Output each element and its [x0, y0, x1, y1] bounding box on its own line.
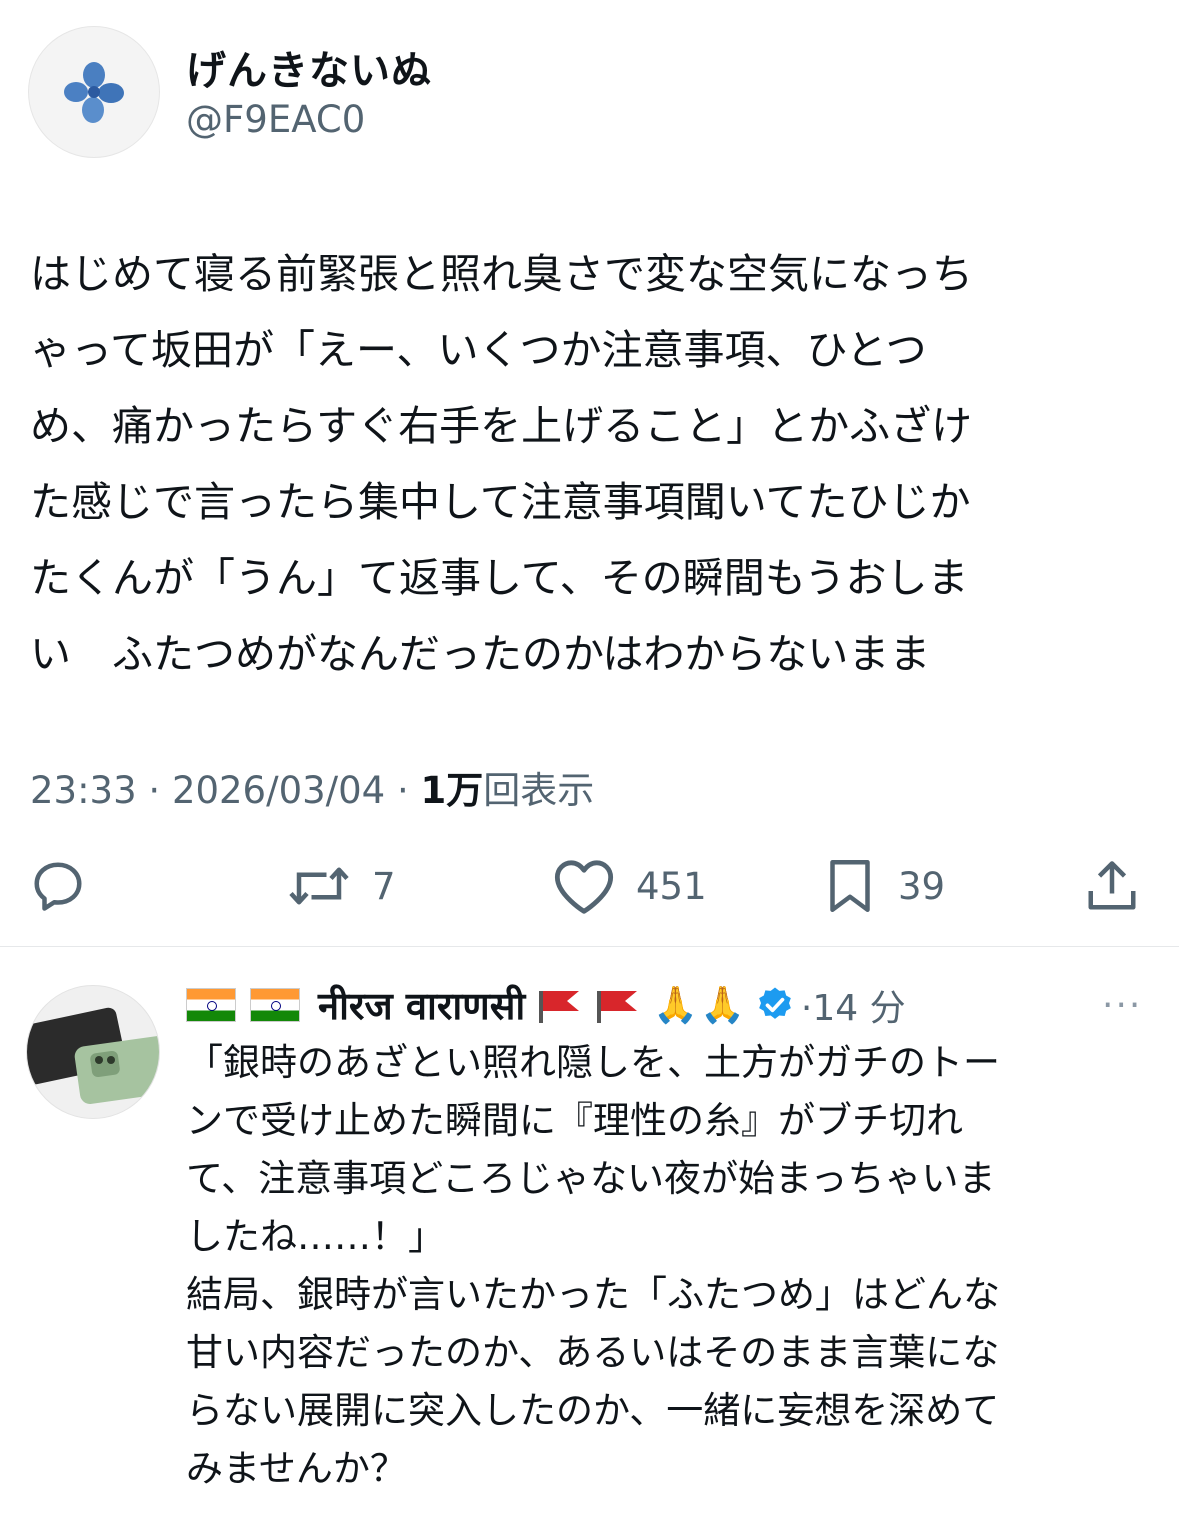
folded-hands-icon: 🙏 — [700, 985, 745, 1026]
bookmark-icon — [830, 860, 870, 912]
reply-icon — [34, 862, 82, 911]
reply-header: नीरज वाराणसी 🙏 🙏 ·14 分 — [186, 978, 906, 1032]
verified-badge-icon — [759, 987, 791, 1019]
tweet-text-line: い ふたつめがなんだったのかはわからないまま — [30, 630, 931, 678]
share-button[interactable] — [1082, 856, 1142, 916]
like-icon — [554, 860, 614, 914]
reply-text-line: て、注意事項どころじゃない夜が始まっちゃいま — [186, 1157, 996, 1200]
retweet-count: 7 — [372, 864, 396, 908]
bookmark-button[interactable]: 39 — [822, 856, 945, 916]
flower-icon — [64, 62, 124, 123]
reply-text: 「銀時のあざとい照れ隠しを、土方がガチのトー ンで受け止めた瞬間に『理性の糸』が… — [186, 1034, 1146, 1498]
share-icon — [1088, 861, 1136, 910]
reply-text-line: 「銀時のあざとい照れ隠しを、土方がガチのトー — [186, 1041, 1000, 1084]
views-label: 回表示 — [483, 769, 595, 812]
reply-text-line: ンで受け止めた瞬間に『理性の糸』がブチ切れ — [186, 1099, 963, 1142]
tweet-text-line: たくんが「うん」て返事して、その瞬間もうおしま — [30, 554, 969, 602]
author-display-name[interactable]: げんきないぬ — [186, 38, 432, 96]
divider — [0, 946, 1179, 947]
meta-separator: · — [148, 769, 172, 812]
reply-text-line: らない展開に突入したのか、一緒に妄想を深めて — [186, 1389, 1000, 1432]
tweet-text-line: はじめて寝る前緊張と照れ臭さで変な空気になっち — [30, 250, 973, 298]
india-flag-icon — [250, 988, 300, 1022]
reply-text-line: したね……！」 — [186, 1215, 445, 1258]
reply-text-line: 甘い内容だったのか、あるいはそのまま言葉にな — [186, 1331, 1000, 1374]
reply-avatar[interactable] — [26, 985, 160, 1119]
meta-separator: · — [396, 769, 421, 812]
tweet-text-line: ゃって坂田が「えー、いくつか注意事項、ひとつ — [30, 326, 927, 374]
retweet-button[interactable]: 7 — [286, 856, 396, 916]
red-flag-icon — [539, 991, 580, 1023]
tweet-date[interactable]: 2026/03/04 — [172, 769, 385, 812]
reply-text-line: 結局、銀時が言いたかった「ふたつめ」はどんな — [186, 1273, 1000, 1316]
tweet-meta: 23:33 · 2026/03/04 · 1万回表示 — [30, 760, 594, 814]
bookmark-count: 39 — [898, 864, 946, 908]
reply-display-name[interactable]: नीरज वाराणसी — [318, 979, 525, 1031]
reply-text-line: みませんか？ — [186, 1447, 407, 1490]
folded-hands-icon: 🙏 — [653, 985, 699, 1026]
author-handle[interactable]: @F9EAC0 — [186, 98, 365, 141]
tweet-time[interactable]: 23:33 — [30, 769, 137, 812]
more-icon[interactable]: ··· — [1102, 985, 1142, 1026]
reply-time[interactable]: ·14 分 — [801, 979, 906, 1031]
author-avatar[interactable] — [28, 26, 160, 158]
like-button[interactable]: 451 — [552, 856, 707, 916]
reply-button[interactable] — [28, 856, 88, 916]
phone-image-icon — [27, 1007, 159, 1104]
tweet-text: はじめて寝る前緊張と照れ臭さで変な空気になっち ゃって坂田が「えー、いくつか注意… — [30, 236, 1155, 692]
red-flag-icon — [597, 991, 638, 1023]
views-count: 1万 — [420, 769, 484, 812]
like-count: 451 — [636, 864, 707, 908]
tweet-text-line: め、痛かったらすぐ右手を上げること」とかふざけ — [30, 402, 973, 450]
india-flag-icon — [186, 988, 236, 1022]
retweet-icon — [289, 867, 349, 905]
tweet-text-line: た感じで言ったら集中して注意事項聞いてたひじか — [30, 478, 971, 526]
